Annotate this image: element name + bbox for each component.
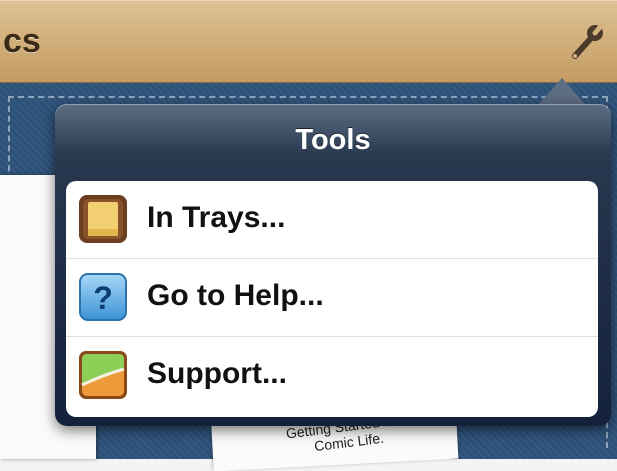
menu-item-support[interactable]: Support... <box>66 337 598 415</box>
popover-arrow <box>538 78 586 105</box>
popover-title: Tools <box>295 124 371 156</box>
menu-item-label: Support... <box>147 357 287 390</box>
menu-item-in-trays[interactable]: In Trays... <box>66 181 598 259</box>
in-tray-icon <box>77 193 129 245</box>
wrench-icon[interactable] <box>566 20 606 64</box>
toolbar-title: cs <box>3 22 41 60</box>
tools-popover: Tools In Trays... ? Go to Help... Suppor… <box>55 104 611 426</box>
menu-item-label: In Trays... <box>147 201 286 234</box>
svg-text:?: ? <box>93 280 113 316</box>
support-icon <box>77 349 129 401</box>
menu-item-help[interactable]: ? Go to Help... <box>66 259 598 337</box>
top-toolbar: cs <box>0 0 617 83</box>
tools-menu: In Trays... ? Go to Help... Support... <box>66 181 598 417</box>
help-question-icon: ? <box>77 271 129 323</box>
menu-item-label: Go to Help... <box>147 279 324 312</box>
